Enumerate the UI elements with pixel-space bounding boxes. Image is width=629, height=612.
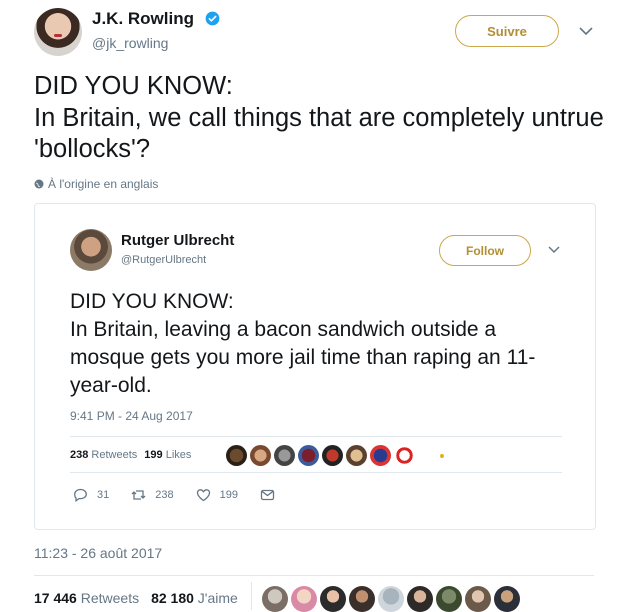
tweet-text: DID YOU KNOW: In Britain, we call things…	[34, 72, 604, 163]
author-avatar[interactable]	[34, 8, 82, 56]
tweet-stats: 17 446 Retweets 82 180 J'aime	[34, 590, 238, 606]
globe-icon	[34, 179, 44, 189]
quoted-chevron-down-icon	[548, 246, 560, 254]
more-dot-icon	[440, 454, 444, 458]
quoted-author-avatar	[70, 229, 112, 271]
retweet-icon	[131, 490, 146, 500]
quoted-retweets-label: Retweets	[91, 449, 138, 461]
quoted-author-handle: @RutgerUlbrecht	[121, 254, 207, 266]
retweets-count: 17 446	[34, 590, 77, 606]
likes-stat[interactable]: 82 180 J'aime	[151, 590, 238, 606]
liker-avatar[interactable]	[378, 586, 404, 612]
quoted-actions: 31 238 199	[73, 488, 297, 502]
quoted-likers-avatars	[226, 445, 415, 466]
quoted-author-name: Rutger Ulbrecht	[121, 232, 235, 249]
liker-avatar[interactable]	[320, 586, 346, 612]
quoted-follow-button: Follow	[439, 235, 531, 266]
quoted-likes-label: Likes	[165, 449, 192, 461]
divider	[70, 472, 562, 473]
likes-count: 82 180	[151, 590, 194, 606]
liker-avatar	[322, 445, 343, 466]
quoted-retweets-count: 238	[70, 449, 89, 461]
quoted-stats: 238 Retweets 199 Likes	[70, 449, 191, 461]
author-handle[interactable]: @jk_rowling	[92, 35, 168, 51]
message-icon	[260, 489, 275, 501]
author-name[interactable]: J.K. Rowling	[92, 9, 194, 29]
retweets-stat[interactable]: 17 446 Retweets	[34, 590, 139, 606]
reply-icon	[74, 488, 87, 502]
quoted-timestamp: 9:41 PM - 24 Aug 2017	[70, 409, 193, 423]
reply-count: 31	[97, 489, 110, 501]
verified-badge-icon	[205, 11, 220, 26]
liker-avatar[interactable]	[407, 586, 433, 612]
quoted-likes-count: 199	[144, 449, 163, 461]
divider	[251, 582, 252, 610]
quoted-tweet-text: DID YOU KNOW: In Britain, leaving a baco…	[70, 290, 536, 397]
follow-button[interactable]: Suivre	[455, 15, 559, 47]
liker-avatar[interactable]	[465, 586, 491, 612]
liker-avatar[interactable]	[291, 586, 317, 612]
retweets-label: Retweets	[80, 590, 140, 606]
liker-avatar[interactable]	[262, 586, 288, 612]
retweet-count: 238	[155, 489, 174, 501]
liker-avatar	[226, 445, 247, 466]
liker-avatar[interactable]	[349, 586, 375, 612]
liker-avatar	[298, 445, 319, 466]
divider	[34, 575, 594, 576]
translation-note: À l'origine en anglais	[34, 177, 158, 191]
divider	[70, 436, 562, 437]
liker-avatar	[274, 445, 295, 466]
chevron-down-icon[interactable]	[578, 24, 594, 38]
quoted-tweet-card[interactable]: Rutger Ulbrecht @RutgerUlbrecht Follow D…	[34, 203, 596, 530]
heart-icon	[196, 489, 210, 502]
likers-avatars	[262, 586, 520, 612]
translation-label: À l'origine en anglais	[48, 177, 159, 191]
liker-avatar[interactable]	[436, 586, 462, 612]
liker-avatar	[394, 445, 415, 466]
liker-avatar	[370, 445, 391, 466]
likes-label: J'aime	[197, 590, 238, 606]
liker-avatar[interactable]	[494, 586, 520, 612]
liker-avatar	[250, 445, 271, 466]
like-count: 199	[219, 489, 238, 501]
liker-avatar	[346, 445, 367, 466]
tweet-timestamp[interactable]: 11:23 - 26 août 2017	[34, 545, 162, 561]
